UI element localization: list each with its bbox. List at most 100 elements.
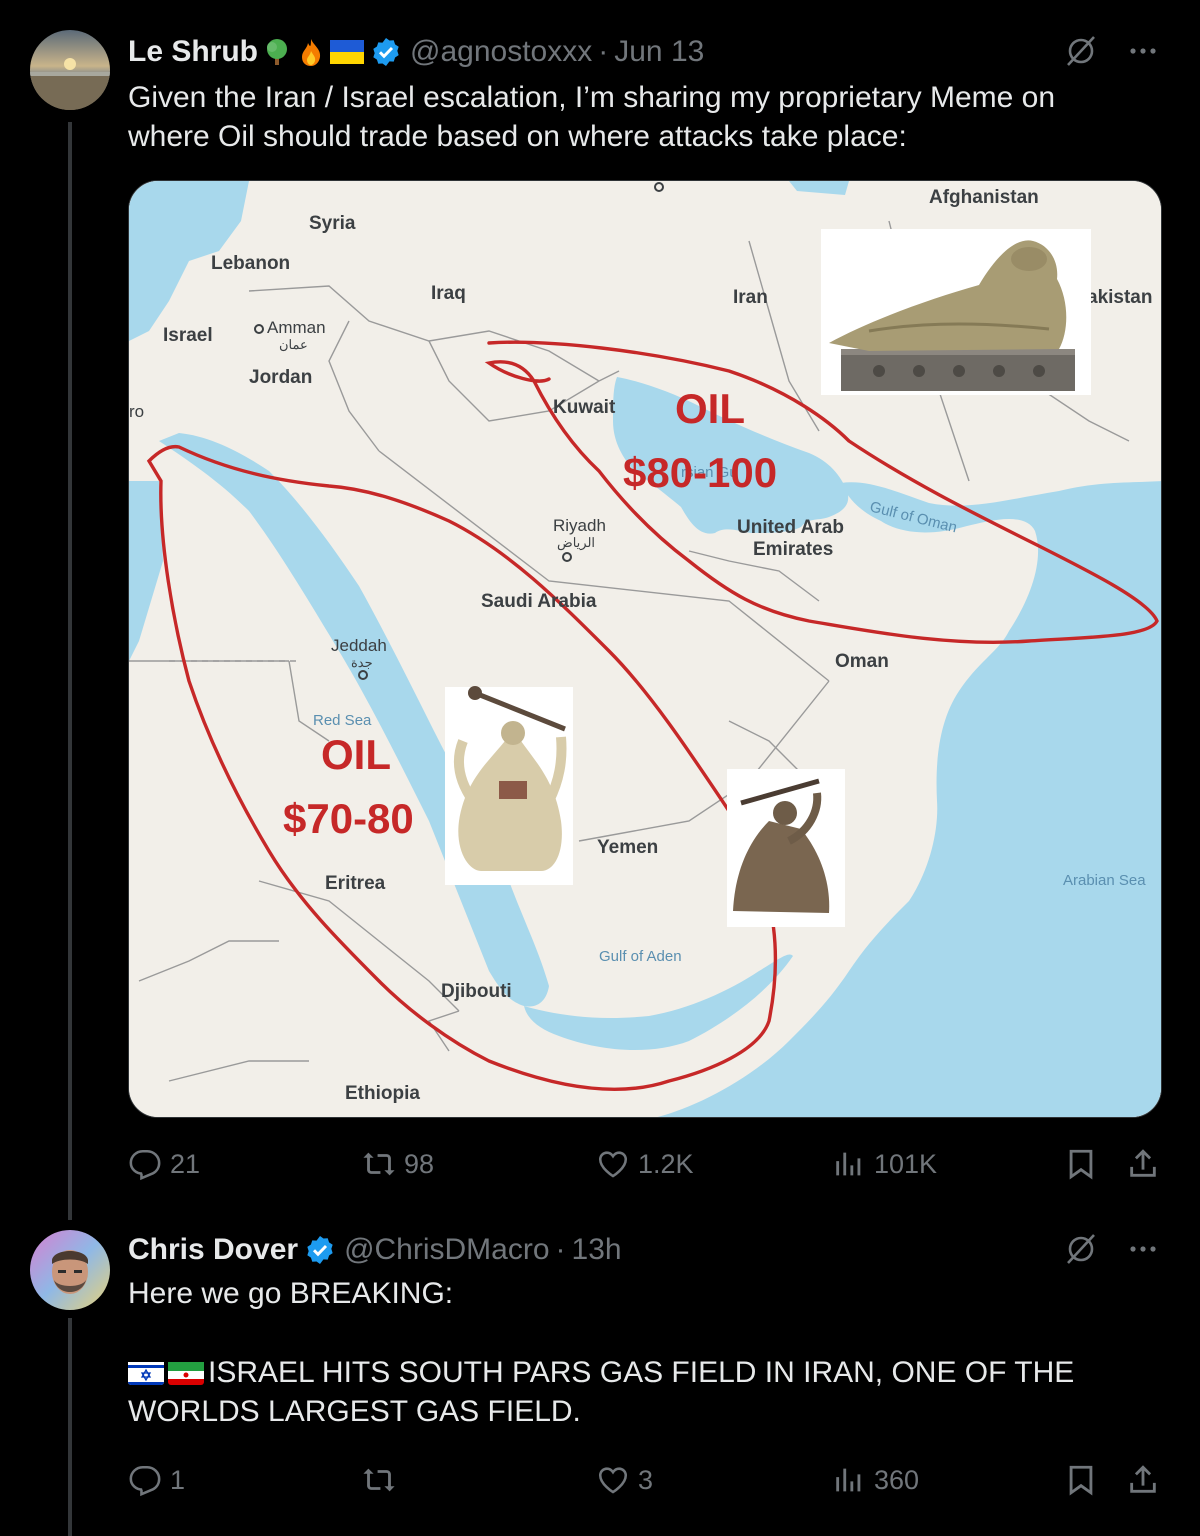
map-label-amman: Amman (267, 318, 326, 337)
share-button[interactable] (1126, 1463, 1160, 1497)
timestamp[interactable]: 13h (572, 1233, 622, 1267)
map-label-jeddah-ar: جدة (351, 655, 373, 670)
annotation-price-top: $80-100 (623, 449, 777, 496)
annotation-price-left: $70-80 (283, 795, 414, 842)
map-label-uae: United Arab (737, 517, 844, 538)
tweet-text-breaking: ISRAEL HITS SOUTH PARS GAS FIELD IN IRAN… (128, 1353, 1148, 1392)
map-label-eritrea: Eritrea (325, 873, 386, 894)
reply-icon (129, 1149, 161, 1181)
map-label-riyadh: Riyadh (553, 516, 606, 535)
ukraine-flag-icon (330, 37, 365, 67)
heart-icon (598, 1151, 628, 1178)
tree-emoji-icon (262, 37, 292, 67)
verified-badge-icon (307, 1236, 333, 1264)
creature-figure-image (821, 229, 1091, 395)
israel-flag-icon (128, 1359, 164, 1385)
map-label-oman: Oman (835, 651, 889, 672)
timestamp[interactable]: Jun 13 (614, 35, 704, 69)
more-options-icon[interactable] (1126, 34, 1160, 68)
map-label-ethiopia: Ethiopia (345, 1083, 420, 1104)
tweet-1[interactable]: Le Shrub @agnostoxxx · Jun 13 Given the … (0, 0, 1200, 1210)
avatar[interactable] (30, 30, 110, 110)
bookmark-button[interactable] (1064, 1463, 1098, 1497)
map-label-saudi: Saudi Arabia (481, 591, 597, 612)
avatar[interactable] (30, 1230, 110, 1310)
separator-dot: · (555, 1233, 566, 1266)
tweet-media-map[interactable]: Afghanistan Syria Lebanon Iraq Iran akis… (128, 180, 1162, 1118)
heart-icon (598, 1467, 628, 1494)
map-label-kuwait: Kuwait (553, 397, 616, 418)
map-label-jordan: Jordan (249, 367, 312, 388)
reply-count: 1 (170, 1464, 186, 1495)
desert-raider-figure-image (445, 686, 573, 885)
reply-count: 21 (170, 1148, 201, 1179)
bookmark-icon (1069, 1465, 1093, 1496)
author-name[interactable]: Le Shrub (128, 35, 258, 69)
more-options-icon[interactable] (1126, 1232, 1160, 1266)
tweet-text: Given the Iran / Israel escalation, I’m … (128, 78, 1148, 156)
grok-icon[interactable] (1064, 34, 1098, 68)
like-count: 1.2K (638, 1148, 694, 1179)
map-label-uae-2: Emirates (753, 539, 833, 560)
separator-dot: · (598, 35, 609, 68)
repost-button[interactable] (362, 1463, 404, 1497)
share-icon (1130, 1149, 1156, 1177)
annotation-oil-left: OIL (321, 731, 391, 778)
view-count: 360 (874, 1464, 920, 1495)
tweet-actions: 1 3 360 (128, 1460, 1162, 1500)
map-label-gulf-of-aden: Gulf of Aden (599, 948, 682, 965)
map-label-afghanistan: Afghanistan (929, 187, 1039, 208)
fire-emoji-icon (296, 37, 326, 67)
repost-button[interactable]: 98 (362, 1147, 434, 1181)
tweet-2[interactable]: Chris Dover @ChrisDMacro · 13h Here we g… (0, 1210, 1200, 1536)
like-button[interactable]: 1.2K (596, 1147, 694, 1181)
like-button[interactable]: 3 (596, 1463, 653, 1497)
views-button[interactable]: 360 (832, 1463, 919, 1497)
bookmark-icon (1069, 1149, 1093, 1180)
grok-icon[interactable] (1064, 1232, 1098, 1266)
map-label-syria: Syria (309, 213, 356, 234)
desert-raider-figure-2-image (727, 769, 845, 927)
tweet-header: Chris Dover @ChrisDMacro · 13h (128, 1230, 622, 1270)
map-label-arabian-sea: Arabian Sea (1063, 872, 1146, 889)
share-button[interactable] (1126, 1147, 1160, 1181)
view-count: 101K (874, 1148, 938, 1179)
tweet-top-right (1064, 34, 1160, 68)
tweet-text-line: Given the Iran / Israel escalation, I’m … (128, 81, 1056, 114)
views-chart-icon (836, 1152, 861, 1176)
tweet-header: Le Shrub @agnostoxxx · Jun 13 (128, 32, 704, 72)
reply-button[interactable]: 21 (128, 1147, 200, 1181)
author-handle[interactable]: @ChrisDMacro (344, 1233, 549, 1267)
map-label-djibouti: Djibouti (441, 981, 512, 1002)
author-handle[interactable]: @agnostoxxx (410, 35, 592, 69)
views-chart-icon (836, 1468, 861, 1492)
tweet-text-line: where Oil should trade based on where at… (128, 120, 907, 153)
annotation-oil-top: OIL (675, 385, 745, 432)
tweet-text: Here we go BREAKING: ISRAEL HITS SOUTH P… (128, 1274, 1148, 1431)
share-icon (1130, 1465, 1156, 1493)
breaking-text: ISRAEL HITS SOUTH PARS GAS FIELD IN IRAN… (208, 1356, 1075, 1389)
map-label-yemen: Yemen (597, 837, 658, 858)
map-label-iraq: Iraq (431, 283, 466, 304)
reply-icon (129, 1465, 161, 1497)
author-name[interactable]: Chris Dover (128, 1233, 298, 1267)
repost-count: 98 (404, 1148, 435, 1179)
verified-badge-icon (373, 38, 399, 66)
map-label-lebanon: Lebanon (211, 253, 290, 274)
map-label-jeddah: Jeddah (331, 636, 387, 655)
map-label-riyadh-ar: الرياض (557, 535, 595, 551)
map-label-amman-ar: عمان (279, 337, 308, 352)
repost-icon (363, 1152, 395, 1176)
repost-icon (363, 1468, 395, 1492)
reply-button[interactable]: 1 (128, 1463, 185, 1497)
map-label-iran: Iran (733, 287, 768, 308)
bookmark-button[interactable] (1064, 1147, 1098, 1181)
map-label-pakistan: akistan (1087, 287, 1152, 308)
like-count: 3 (638, 1464, 654, 1495)
map-label-cairo-partial: ro (129, 402, 144, 421)
map-label-red-sea: Red Sea (313, 712, 372, 729)
tweet-text-line: WORLDS LARGEST GAS FIELD. (128, 1395, 581, 1428)
views-button[interactable]: 101K (832, 1147, 937, 1181)
iran-flag-icon (168, 1359, 204, 1385)
